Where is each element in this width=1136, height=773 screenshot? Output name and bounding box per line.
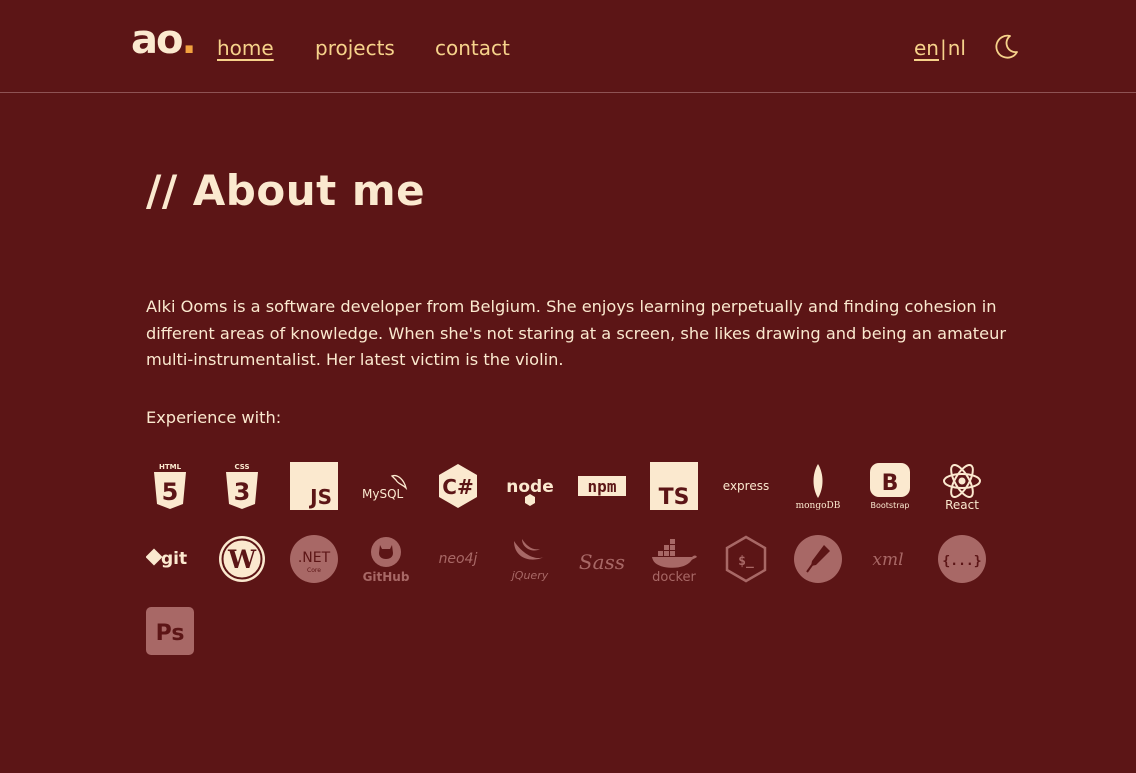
- dotnet-label: .NET: [298, 550, 331, 566]
- nav-projects-link[interactable]: projects: [315, 35, 395, 61]
- page-title: // About me: [146, 166, 426, 215]
- csharp-label: C#: [442, 475, 473, 499]
- language-switcher: en|nl: [914, 35, 966, 61]
- logo-dot: .: [181, 17, 196, 63]
- photoshop-label: Ps: [156, 621, 185, 646]
- lang-separator: |: [939, 36, 947, 60]
- html5-glyph: 5: [162, 478, 179, 506]
- json-icon: {...}: [938, 535, 986, 583]
- css3-icon: CSS 3: [218, 462, 266, 510]
- wordpress-icon: W: [218, 535, 266, 583]
- github-icon: GitHub: [362, 535, 410, 583]
- sass-label: Sass: [579, 550, 625, 574]
- dotnet-icon: .NET Core: [290, 535, 338, 583]
- bio-paragraph: Alki Ooms is a software developer from B…: [146, 297, 1006, 369]
- nav-contact-link[interactable]: contact: [435, 35, 510, 61]
- postman-icon: [794, 535, 842, 583]
- express-label: express: [723, 479, 769, 493]
- git-label: git: [161, 549, 187, 569]
- npm-icon: npm: [578, 462, 626, 510]
- theme-toggle-button[interactable]: [992, 33, 1020, 61]
- bootstrap-icon: B Bootstrap: [866, 462, 914, 510]
- bootstrap-label: Bootstrap: [871, 501, 910, 510]
- neo4j-label: neo4j: [439, 551, 478, 567]
- bootstrap-glyph: B: [882, 471, 899, 496]
- jquery-label: jQuery: [510, 569, 549, 582]
- javascript-icon: JS: [290, 462, 338, 510]
- neo4j-icon: neo4j: [434, 535, 482, 583]
- xml-label: xml: [872, 550, 903, 570]
- photoshop-icon: Ps: [146, 607, 194, 655]
- lang-en-link[interactable]: en: [914, 36, 939, 60]
- shell-label: $_: [738, 554, 754, 569]
- site-header: ao. home projects contact en|nl: [0, 0, 1136, 93]
- wordpress-glyph: W: [227, 545, 257, 574]
- react-icon: React: [938, 462, 986, 510]
- jquery-icon: jQuery: [506, 535, 554, 583]
- css3-label: CSS: [234, 463, 249, 471]
- html5-label: HTML: [159, 463, 182, 471]
- javascript-label: JS: [308, 485, 332, 509]
- react-label: React: [945, 498, 979, 510]
- nodejs-icon: node: [506, 462, 554, 510]
- dotnet-sublabel: Core: [307, 567, 321, 574]
- csharp-icon: C#: [434, 462, 482, 510]
- docker-label: docker: [652, 570, 696, 583]
- html5-icon: HTML 5: [146, 462, 194, 510]
- github-label: GitHub: [363, 570, 410, 583]
- lang-nl-link[interactable]: nl: [948, 36, 966, 60]
- nav-home-link[interactable]: home: [217, 35, 274, 61]
- docker-icon: docker: [650, 535, 698, 583]
- mongodb-icon: mongoDB: [794, 462, 842, 510]
- mysql-icon: MySQL: [362, 462, 410, 510]
- experience-label: Experience with:: [146, 408, 282, 427]
- logo-text: ao: [131, 17, 184, 63]
- site-logo[interactable]: ao.: [131, 17, 197, 63]
- xml-icon: xml: [866, 535, 914, 583]
- mongodb-label: mongoDB: [796, 501, 841, 510]
- sass-icon: Sass: [578, 535, 626, 583]
- typescript-label: TS: [659, 485, 690, 510]
- npm-label: npm: [588, 477, 617, 496]
- css3-glyph: 3: [234, 478, 251, 506]
- git-icon: git: [146, 535, 194, 583]
- typescript-icon: TS: [650, 462, 698, 510]
- shell-icon: $_: [722, 535, 770, 583]
- express-icon: express: [722, 462, 770, 510]
- mysql-label: MySQL: [362, 487, 404, 501]
- moon-icon: [995, 34, 1018, 59]
- json-label: {...}: [942, 554, 981, 569]
